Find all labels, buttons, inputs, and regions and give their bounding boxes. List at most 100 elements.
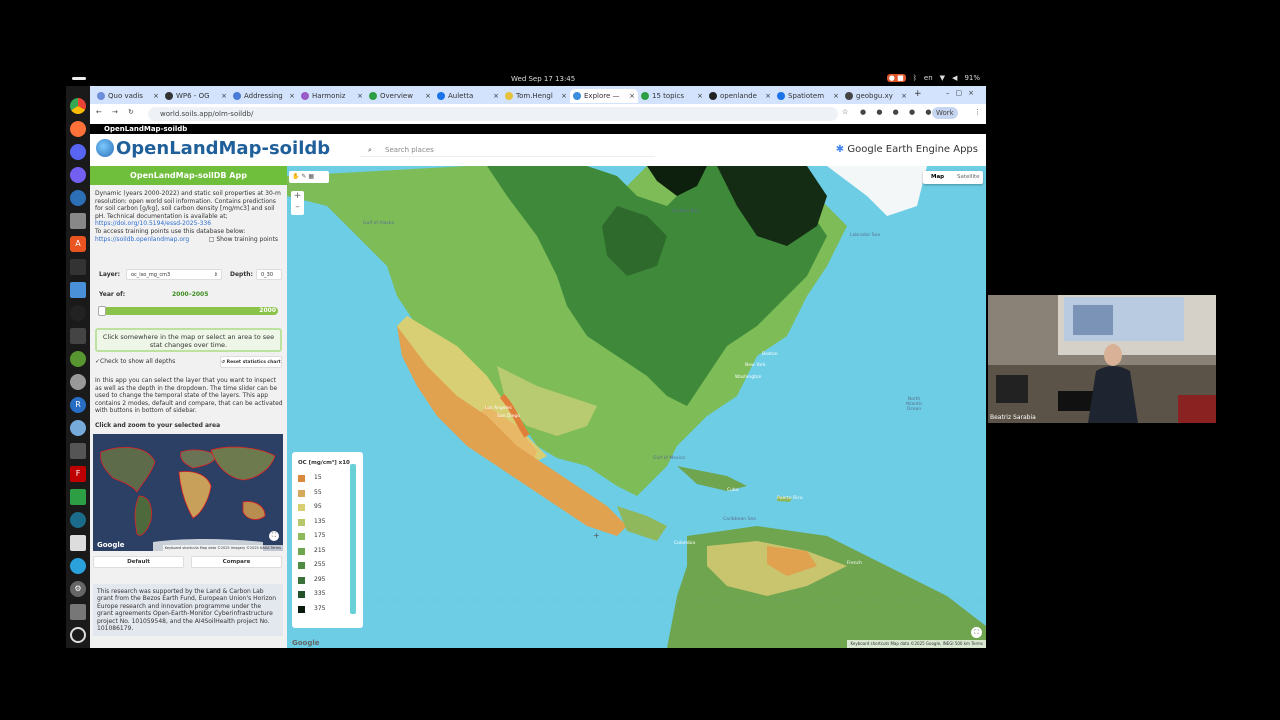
draw-icon[interactable]: ✎ — [301, 173, 306, 180]
close-icon[interactable]: × — [833, 89, 839, 103]
depth-select[interactable]: 0_30 — [256, 269, 282, 280]
usb-icon[interactable] — [70, 604, 86, 620]
map-label-alaska: Gulf of Alaska — [363, 221, 395, 226]
legend-scrollbar[interactable] — [350, 464, 356, 614]
window-controls[interactable]: –▢× — [946, 89, 980, 97]
terminal-icon[interactable] — [70, 328, 86, 344]
viber-icon[interactable] — [70, 167, 86, 183]
close-icon[interactable]: × — [221, 89, 227, 103]
reset-stats-button[interactable]: ↺ Reset statistics chart — [220, 356, 282, 368]
gee-apps-link[interactable]: ✱ Google Earth Engine Apps — [836, 144, 978, 155]
close-icon[interactable]: × — [357, 89, 363, 103]
apps-grid-icon[interactable] — [70, 627, 86, 643]
forward-icon[interactable]: → — [112, 108, 118, 116]
close-icon[interactable]: × — [629, 89, 635, 103]
software-icon[interactable]: A — [70, 236, 86, 252]
screenshot-icon[interactable] — [70, 443, 86, 459]
record-icon[interactable]: ● ■ — [886, 74, 906, 82]
volume-icon[interactable]: ◀ — [952, 74, 957, 82]
files-icon[interactable] — [70, 213, 86, 229]
zoom-out-icon[interactable]: – — [291, 202, 304, 213]
tab-spatiotem[interactable]: Spatiotem × — [774, 89, 842, 103]
drive-icon[interactable] — [70, 374, 86, 390]
tab-explore[interactable]: Explore — × — [570, 89, 638, 103]
tab-wp6[interactable]: WP6 - OG × — [162, 89, 230, 103]
rstudio-icon[interactable] — [70, 420, 86, 436]
close-icon[interactable]: × — [425, 89, 431, 103]
tab-geobgu[interactable]: geobgu.xy × — [842, 89, 910, 103]
tab-quo-vadis[interactable]: Quo vadis × — [94, 89, 162, 103]
year-range-value: 2000–2005 — [172, 291, 209, 298]
settings-icon[interactable]: ⚙ — [70, 581, 86, 597]
tab-15-topics[interactable]: 15 topics × — [638, 89, 706, 103]
main-map[interactable]: ✋ ✎ ▦ + – Map Satellite Hudson Bay Labrad… — [287, 166, 986, 648]
shape-icon[interactable]: ▦ — [308, 173, 314, 180]
slider-thumb[interactable] — [98, 306, 106, 316]
monitor-icon[interactable] — [70, 259, 86, 275]
check-all-depths[interactable]: ✓Check to show all depths — [95, 358, 175, 365]
close-icon[interactable]: × — [289, 89, 295, 103]
show-training-checkbox[interactable]: □ Show training points — [209, 236, 278, 244]
filezilla-icon[interactable]: F — [70, 466, 86, 482]
hand-icon[interactable]: ✋ — [292, 173, 299, 180]
doi-link[interactable]: https://doi.org/10.5194/essd-2025-336 — [95, 220, 211, 227]
telegram-icon[interactable] — [70, 558, 86, 574]
training-link[interactable]: https://soildb.openlandmap.org — [95, 236, 189, 243]
compare-mode-button[interactable]: Compare — [191, 556, 282, 568]
layer-select[interactable]: oc_iso_mg_cm3 ⇕ — [126, 269, 222, 280]
new-tab-icon[interactable]: + — [914, 89, 922, 99]
tab-addressing[interactable]: Addressing × — [230, 89, 298, 103]
url-input[interactable]: world.soils.app/olm-soildb/ — [148, 107, 838, 121]
map-button[interactable]: Map — [931, 174, 944, 180]
document-icon[interactable] — [70, 535, 86, 551]
search-input[interactable]: ⌕ Search places — [360, 143, 655, 157]
battery-indicator[interactable]: 91% — [964, 74, 980, 82]
year-slider[interactable]: 2000 — [98, 306, 278, 316]
zoom-in-icon[interactable]: + — [291, 191, 304, 202]
zoom-control[interactable]: + – — [291, 191, 304, 215]
map-land-svg — [287, 166, 986, 648]
tab-openlande[interactable]: openlande × — [706, 89, 774, 103]
close-icon[interactable]: × — [765, 89, 771, 103]
wifi-icon[interactable]: ▼ — [940, 74, 945, 82]
year-label: Year of: — [99, 291, 126, 298]
vpn-icon[interactable] — [70, 512, 86, 528]
overview-minimap[interactable]: Google Keyboard shortcuts Map data ©2025… — [93, 434, 283, 551]
satellite-button[interactable]: Satellite — [957, 174, 980, 180]
layer-value: oc_iso_mg_cm3 — [131, 272, 171, 278]
menu-icon[interactable]: ⋮ — [974, 108, 981, 116]
inkscape-icon[interactable] — [70, 305, 86, 321]
r-icon[interactable]: R — [70, 397, 86, 413]
map-fullscreen-icon[interactable]: ⛶ — [971, 627, 982, 638]
bookmark-item[interactable]: OpenLandMap-soildb — [104, 125, 187, 133]
editor-icon[interactable] — [70, 282, 86, 298]
default-mode-button[interactable]: Default — [93, 556, 184, 568]
close-icon[interactable]: × — [697, 89, 703, 103]
close-icon[interactable]: × — [153, 89, 159, 103]
system-clock[interactable]: Wed Sep 17 13:45 — [511, 75, 575, 83]
green-app-icon[interactable] — [70, 489, 86, 505]
close-icon[interactable]: × — [493, 89, 499, 103]
chat-icon[interactable] — [70, 144, 86, 160]
reload-icon[interactable]: ↻ — [128, 108, 134, 116]
back-icon[interactable]: ← — [96, 108, 102, 116]
tab-tom-hengl[interactable]: Tom.Hengl × — [502, 89, 570, 103]
profile-button[interactable]: Work — [932, 107, 958, 119]
close-icon[interactable]: × — [561, 89, 567, 103]
tab-harmoniz[interactable]: Harmoniz × — [298, 89, 366, 103]
extensions-icon[interactable]: ● ● ● ● ● — [860, 108, 935, 116]
bluetooth-icon[interactable]: ᛒ — [913, 74, 917, 82]
drawing-tools[interactable]: ✋ ✎ ▦ — [289, 171, 329, 183]
language-indicator[interactable]: en — [924, 74, 933, 82]
firefox-icon[interactable] — [70, 121, 86, 137]
close-icon[interactable]: × — [901, 89, 907, 103]
star-icon[interactable]: ☆ — [842, 108, 848, 116]
app-logo[interactable]: OpenLandMap-soildb — [96, 138, 330, 159]
power-icon[interactable] — [70, 190, 86, 206]
chrome-icon[interactable] — [70, 98, 86, 114]
activities-indicator[interactable] — [72, 77, 86, 80]
qgis-icon[interactable] — [70, 351, 86, 367]
tab-auletta[interactable]: Auletta × — [434, 89, 502, 103]
fullscreen-icon[interactable]: ⛶ — [269, 531, 279, 541]
tab-overview[interactable]: Overview × — [366, 89, 434, 103]
